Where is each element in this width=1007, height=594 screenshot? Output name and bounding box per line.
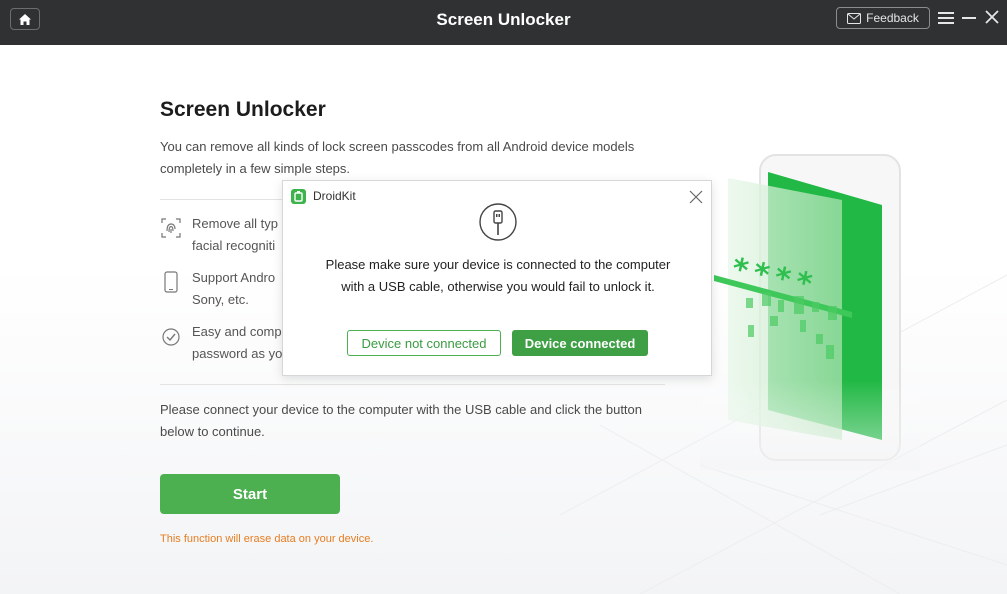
divider-bottom <box>160 384 665 385</box>
dialog-close-icon[interactable] <box>689 190 703 204</box>
fingerprint-icon <box>161 218 181 238</box>
mail-icon <box>847 12 862 24</box>
device-not-connected-button[interactable]: Device not connected <box>347 330 501 356</box>
dialog-message: Please make sure your device is connecte… <box>325 257 671 294</box>
phone-icon <box>164 271 178 293</box>
minimize-icon[interactable] <box>962 11 976 25</box>
connection-dialog: DroidKit Please make sure your device is… <box>282 180 712 376</box>
droidkit-logo-icon <box>291 189 306 204</box>
close-icon[interactable] <box>985 10 999 24</box>
erase-warning: This function will erase data on your de… <box>160 533 374 545</box>
feedback-button[interactable]: Feedback <box>836 7 930 29</box>
title-bar: Screen Unlocker Feedback <box>0 0 1007 45</box>
device-connected-button[interactable]: Device connected <box>512 330 648 356</box>
feedback-label: Feedback <box>866 11 919 25</box>
menu-icon[interactable] <box>938 11 954 25</box>
usb-cable-icon <box>479 203 517 241</box>
connect-instructions: Please connect your device to the comput… <box>160 402 642 439</box>
check-circle-icon <box>162 328 180 346</box>
page-title: Screen Unlocker <box>160 98 326 121</box>
dialog-title: DroidKit <box>313 189 356 203</box>
start-button[interactable]: Start <box>160 474 340 514</box>
